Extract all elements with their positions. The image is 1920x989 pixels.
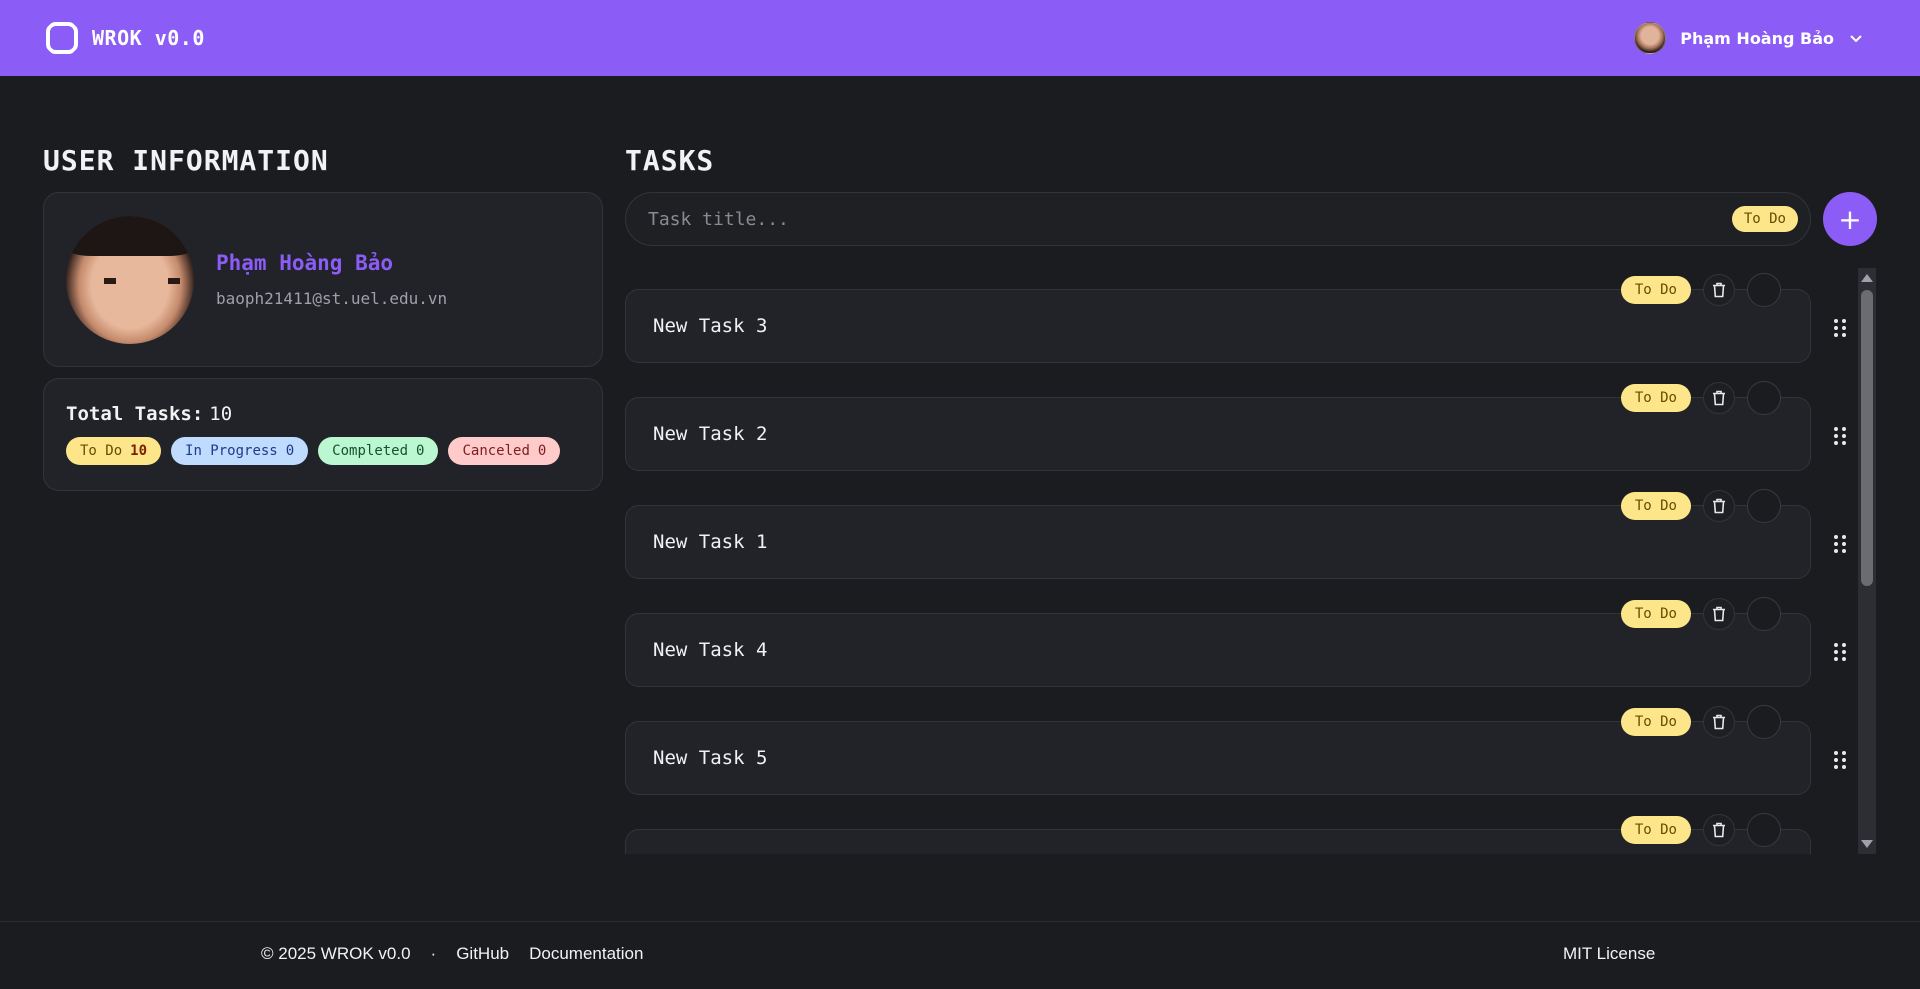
new-task-status-select[interactable]: To Do bbox=[1731, 206, 1798, 232]
task-stats-card: Total Tasks: 10 To Do 10 In Progress 0 C… bbox=[43, 378, 603, 491]
drag-handle-icon[interactable] bbox=[1833, 318, 1847, 338]
trash-icon bbox=[1713, 714, 1725, 730]
task-status-select[interactable]: To Do bbox=[1620, 600, 1691, 628]
task-list-scrollbar[interactable] bbox=[1858, 268, 1876, 854]
brand-name: WROK v0.0 bbox=[92, 26, 205, 50]
scroll-thumb[interactable] bbox=[1861, 290, 1873, 586]
license-link[interactable]: MIT License bbox=[1563, 944, 1655, 964]
task-item: New Task 2 To Do bbox=[625, 376, 1846, 471]
complete-task-toggle[interactable] bbox=[1747, 813, 1781, 847]
task-title: New Task 4 bbox=[653, 639, 768, 661]
footer-separator: · bbox=[430, 944, 437, 963]
task-item: New Task 3 To Do bbox=[625, 268, 1846, 363]
user-menu-button[interactable]: Phạm Hoàng Bảo bbox=[1634, 22, 1864, 54]
total-tasks: Total Tasks: 10 bbox=[66, 403, 580, 425]
top-bar: WROK v0.0 Phạm Hoàng Bảo bbox=[0, 0, 1920, 76]
task-status-select[interactable]: To Do bbox=[1620, 816, 1691, 844]
user-menu-name: Phạm Hoàng Bảo bbox=[1680, 28, 1834, 48]
trash-icon bbox=[1713, 498, 1725, 514]
documentation-link[interactable]: Documentation bbox=[529, 944, 643, 964]
task-title: New Task 5 bbox=[653, 747, 768, 769]
complete-task-toggle[interactable] bbox=[1747, 597, 1781, 631]
task-item: New Task 4 To Do bbox=[625, 592, 1846, 687]
task-actions: To Do bbox=[1620, 273, 1781, 307]
task-actions: To Do bbox=[1620, 813, 1781, 847]
total-tasks-value: 10 bbox=[209, 403, 233, 425]
task-actions: To Do bbox=[1620, 381, 1781, 415]
task-actions: To Do bbox=[1620, 489, 1781, 523]
complete-task-toggle[interactable] bbox=[1747, 381, 1781, 415]
delete-task-button[interactable] bbox=[1703, 706, 1735, 738]
footer-links: © 2025 WROK v0.0 · GitHub Documentation bbox=[261, 944, 643, 964]
user-info-title: USER INFORMATION bbox=[43, 144, 329, 177]
delete-task-button[interactable] bbox=[1703, 814, 1735, 846]
task-status-select[interactable]: To Do bbox=[1620, 276, 1691, 304]
status-badge-completed: Completed 0 bbox=[318, 437, 439, 465]
badge-label: In Progress bbox=[185, 443, 278, 459]
profile-card: Phạm Hoàng Bảo baoph21411@st.uel.edu.vn bbox=[43, 192, 603, 367]
complete-task-toggle[interactable] bbox=[1747, 489, 1781, 523]
profile-email: baoph21411@st.uel.edu.vn bbox=[216, 289, 448, 308]
copyright: © 2025 WROK v0.0 bbox=[261, 944, 411, 963]
task-status-select[interactable]: To Do bbox=[1620, 708, 1691, 736]
complete-task-toggle[interactable] bbox=[1747, 273, 1781, 307]
task-title: New Task 2 bbox=[653, 423, 768, 445]
scroll-up-arrow-icon[interactable] bbox=[1861, 274, 1873, 282]
status-badge-todo: To Do 10 bbox=[66, 437, 162, 465]
new-task-form: To Do bbox=[625, 192, 1811, 246]
badge-label: Canceled bbox=[462, 443, 530, 459]
badge-count: 0 bbox=[416, 443, 425, 459]
task-title: New Task 3 bbox=[653, 315, 768, 337]
task-actions: To Do bbox=[1620, 597, 1781, 631]
task-list[interactable]: New Task 3 To Do New Task 2 To Do New Ta… bbox=[625, 268, 1875, 854]
brand[interactable]: WROK v0.0 bbox=[46, 22, 205, 54]
trash-icon bbox=[1713, 282, 1725, 298]
delete-task-button[interactable] bbox=[1703, 490, 1735, 522]
tasks-title: TASKS bbox=[625, 144, 715, 177]
github-link[interactable]: GitHub bbox=[456, 944, 509, 964]
complete-task-toggle[interactable] bbox=[1747, 705, 1781, 739]
trash-icon bbox=[1713, 606, 1725, 622]
task-item: To Do bbox=[625, 808, 1811, 854]
drag-handle-icon[interactable] bbox=[1833, 426, 1847, 446]
drag-handle-icon[interactable] bbox=[1833, 534, 1847, 554]
profile-info: Phạm Hoàng Bảo baoph21411@st.uel.edu.vn bbox=[216, 251, 447, 308]
badge-count: 0 bbox=[285, 443, 295, 459]
logo-icon bbox=[46, 22, 78, 54]
delete-task-button[interactable] bbox=[1703, 274, 1735, 306]
total-tasks-label: Total Tasks: bbox=[66, 403, 204, 425]
status-badge-canceled: Canceled 0 bbox=[448, 437, 561, 465]
task-title-input[interactable] bbox=[648, 208, 1732, 230]
delete-task-button[interactable] bbox=[1703, 598, 1735, 630]
badge-count: 0 bbox=[537, 443, 547, 459]
task-actions: To Do bbox=[1620, 705, 1781, 739]
drag-handle-icon[interactable] bbox=[1833, 750, 1847, 770]
task-title: New Task 1 bbox=[653, 531, 768, 553]
trash-icon bbox=[1713, 390, 1725, 406]
drag-handle-icon[interactable] bbox=[1833, 642, 1847, 662]
badge-label: To Do bbox=[80, 443, 123, 459]
badge-label: Completed bbox=[332, 443, 409, 459]
footer: © 2025 WROK v0.0 · GitHub Documentation … bbox=[0, 921, 1920, 989]
add-task-button[interactable]: + bbox=[1823, 192, 1877, 246]
task-status-select[interactable]: To Do bbox=[1620, 384, 1691, 412]
trash-icon bbox=[1713, 822, 1725, 838]
profile-avatar bbox=[66, 215, 194, 344]
task-item: New Task 1 To Do bbox=[625, 484, 1846, 579]
profile-name: Phạm Hoàng Bảo bbox=[216, 251, 394, 275]
status-badges: To Do 10 In Progress 0 Completed 0 Cance… bbox=[66, 437, 580, 465]
chevron-down-icon bbox=[1850, 35, 1862, 43]
status-badge-in-progress: In Progress 0 bbox=[171, 437, 309, 465]
badge-count: 10 bbox=[130, 443, 148, 459]
scroll-down-arrow-icon[interactable] bbox=[1861, 840, 1873, 848]
task-status-select[interactable]: To Do bbox=[1620, 492, 1691, 520]
task-item: New Task 5 To Do bbox=[625, 700, 1846, 795]
avatar bbox=[1634, 22, 1667, 54]
delete-task-button[interactable] bbox=[1703, 382, 1735, 414]
